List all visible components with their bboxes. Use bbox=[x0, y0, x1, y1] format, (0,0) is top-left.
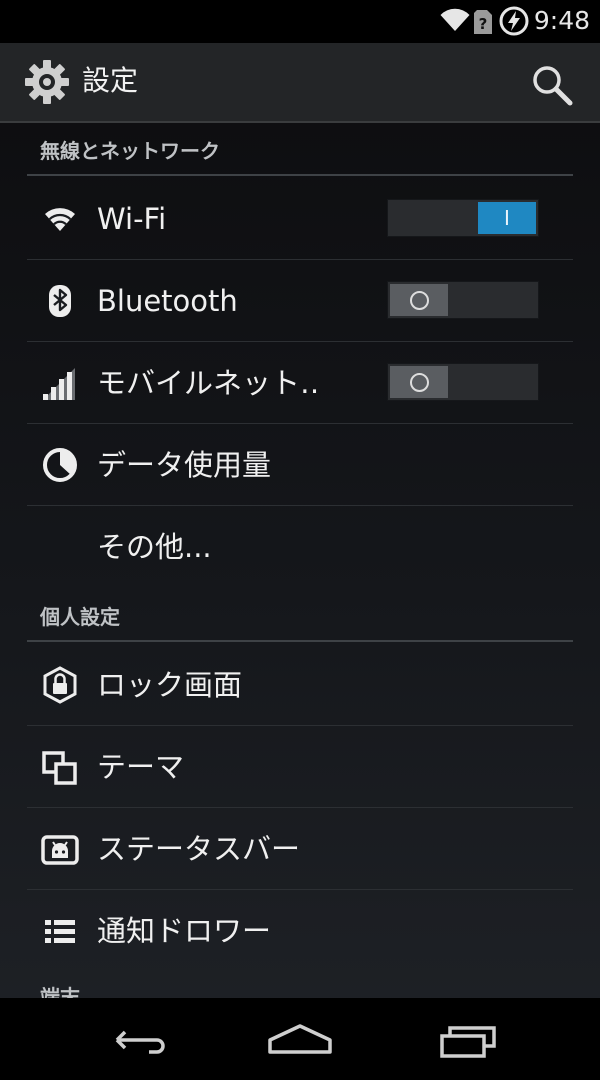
settings-item-label: モバイルネット‥ bbox=[97, 366, 320, 400]
settings-item-label: データ使用量 bbox=[97, 448, 272, 482]
toggle-on-mark: I bbox=[504, 206, 510, 230]
toggle-knob bbox=[390, 284, 448, 316]
settings-item-label: テーマ bbox=[97, 750, 185, 784]
home-button[interactable] bbox=[260, 1012, 340, 1068]
theme-icon bbox=[42, 751, 77, 785]
sim-unknown-icon: ? bbox=[474, 10, 492, 34]
signal-bars-icon bbox=[43, 368, 75, 400]
settings-screen: ? 9:48 設定 無線とネットワーク Wi-Fi I Bluetooth モバ… bbox=[0, 0, 600, 1080]
settings-item-bluetooth[interactable]: Bluetooth bbox=[27, 260, 573, 342]
section-header-label: 無線とネットワーク bbox=[40, 139, 220, 163]
settings-gear-icon[interactable] bbox=[22, 57, 72, 107]
settings-item-label: Wi-Fi bbox=[97, 202, 167, 236]
settings-item-label: ロック画面 bbox=[97, 668, 243, 702]
section-header-personal: 個人設定 bbox=[27, 592, 573, 642]
settings-item-mobile-network[interactable]: モバイルネット‥ bbox=[27, 342, 573, 424]
settings-item-label: Bluetooth bbox=[97, 284, 238, 318]
toggle-knob: I bbox=[478, 202, 536, 234]
settings-item-data-usage[interactable]: データ使用量 bbox=[27, 424, 573, 506]
settings-item-status-bar[interactable]: ステータスバー bbox=[27, 808, 573, 890]
action-bar: 設定 bbox=[0, 43, 600, 123]
wifi-signal-icon bbox=[440, 8, 470, 31]
battery-charging-icon bbox=[499, 6, 529, 36]
toggle-knob bbox=[390, 366, 448, 398]
clock: 9:48 bbox=[533, 6, 590, 35]
bluetooth-toggle[interactable] bbox=[387, 281, 539, 319]
status-bar: ? 9:48 bbox=[0, 0, 600, 43]
svg-text:?: ? bbox=[479, 15, 488, 33]
settings-item-lock-screen[interactable]: ロック画面 bbox=[27, 644, 573, 726]
toggle-off-mark bbox=[390, 366, 448, 398]
recents-button[interactable] bbox=[428, 1012, 508, 1068]
recents-icon bbox=[440, 1026, 496, 1058]
data-usage-icon bbox=[43, 448, 77, 482]
wifi-icon bbox=[45, 208, 75, 231]
section-header-wireless: 無線とネットワーク bbox=[27, 126, 573, 176]
settings-item-label: その他... bbox=[97, 530, 212, 564]
toggle-off-mark bbox=[390, 284, 448, 316]
wifi-toggle[interactable]: I bbox=[387, 199, 539, 237]
section-header-label: 個人設定 bbox=[40, 605, 120, 629]
bluetooth-icon bbox=[49, 285, 71, 317]
home-icon bbox=[268, 1024, 332, 1054]
page-title: 設定 bbox=[82, 64, 139, 97]
back-button[interactable] bbox=[93, 1012, 173, 1068]
settings-item-label: 通知ドロワー bbox=[97, 914, 272, 948]
status-bar-icon bbox=[41, 835, 79, 865]
settings-item-more[interactable]: その他... bbox=[27, 506, 573, 588]
back-icon bbox=[115, 1030, 165, 1054]
settings-item-notification-drawer[interactable]: 通知ドロワー bbox=[27, 890, 573, 972]
settings-item-label: ステータスバー bbox=[97, 832, 301, 866]
lock-screen-icon bbox=[43, 666, 77, 704]
search-icon[interactable] bbox=[530, 63, 574, 107]
notification-drawer-icon bbox=[45, 920, 75, 943]
navigation-bar bbox=[0, 998, 600, 1080]
mobile-network-toggle[interactable] bbox=[387, 363, 539, 401]
settings-item-theme[interactable]: テーマ bbox=[27, 726, 573, 808]
settings-item-wifi[interactable]: Wi-Fi I bbox=[27, 178, 573, 260]
